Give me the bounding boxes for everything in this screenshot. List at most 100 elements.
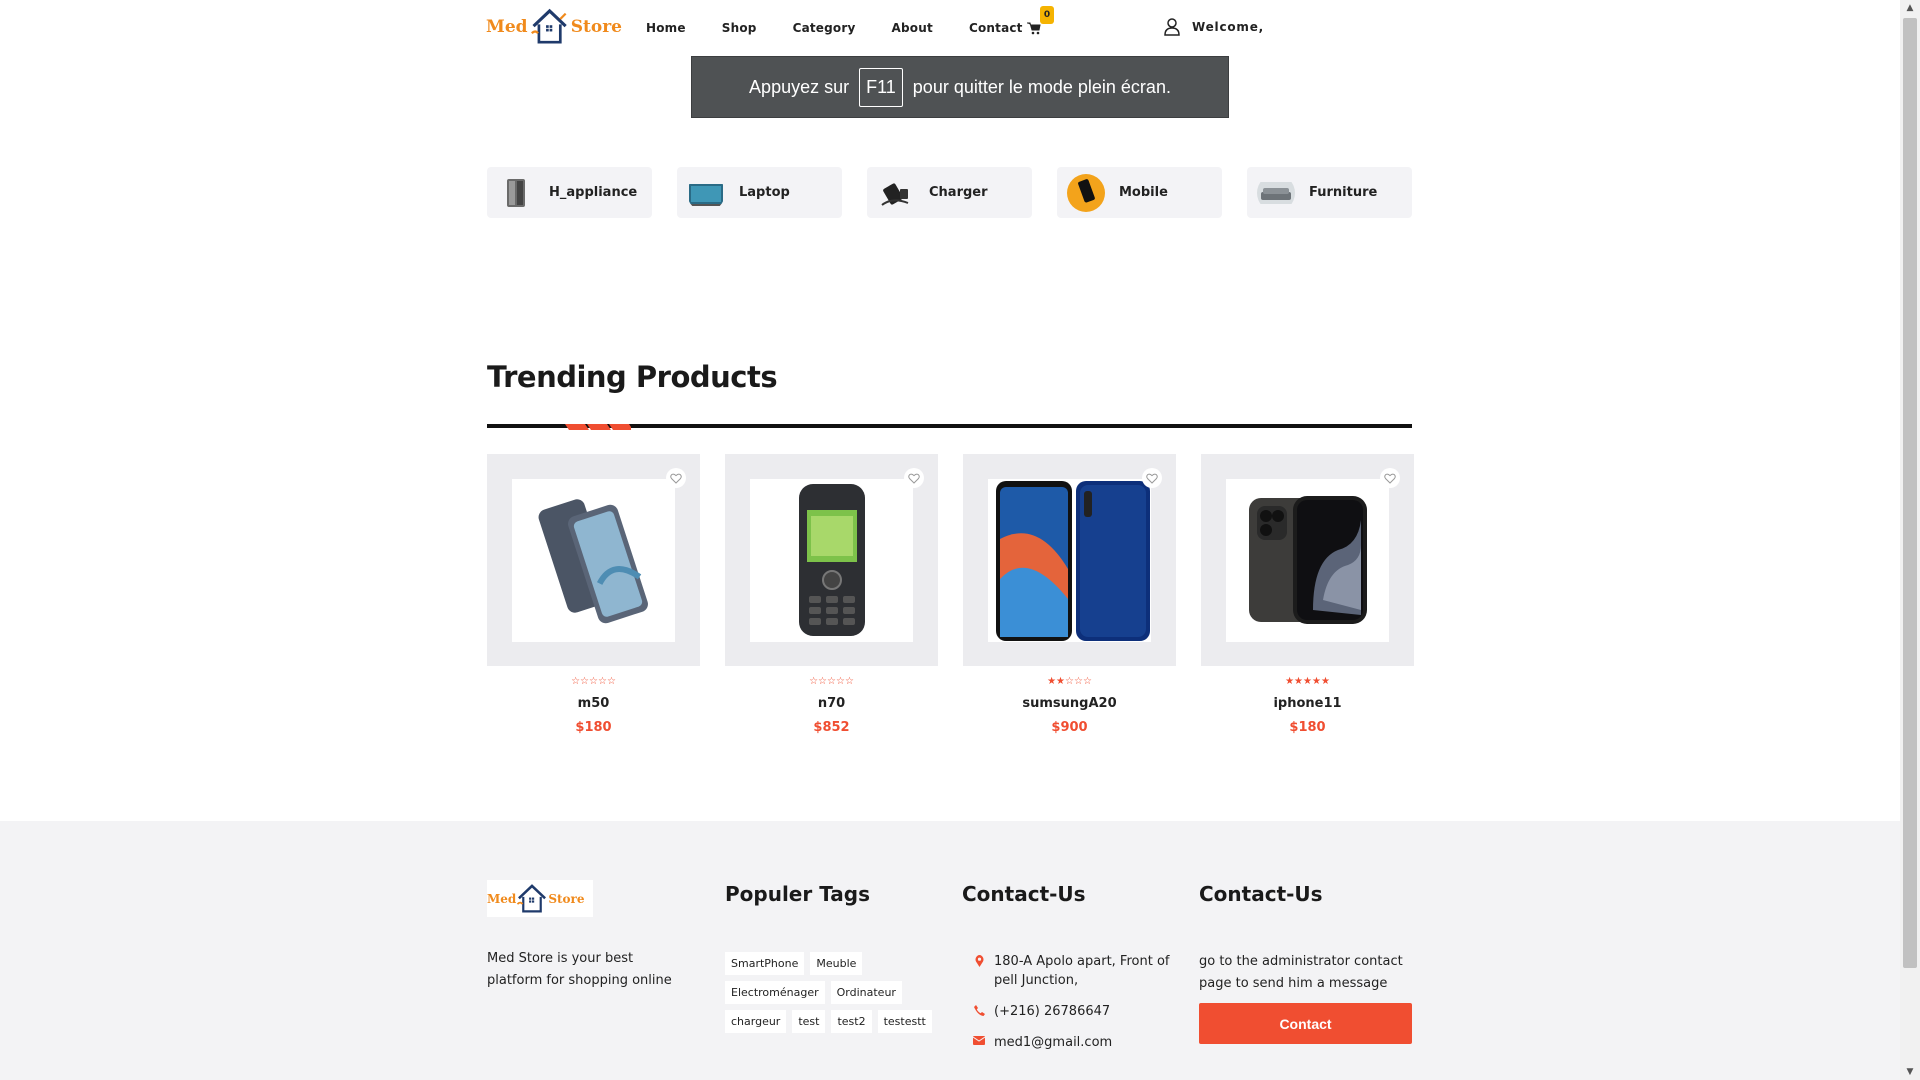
category-mobile[interactable]: Mobile [1057, 167, 1222, 218]
laptop-icon [687, 174, 725, 212]
category-label: Furniture [1309, 185, 1378, 200]
category-h-appliance[interactable]: H_appliance [487, 167, 652, 218]
category-label: Mobile [1119, 185, 1168, 200]
phone-samsung-a20-icon [996, 480, 1150, 641]
product-image [750, 478, 913, 642]
furniture-icon [1257, 174, 1295, 212]
toast-text-after: pour quitter le mode plein écran. [912, 76, 1171, 97]
product-image-frame[interactable] [487, 454, 700, 666]
footer-description: Med Store is your best platform for shop… [487, 951, 672, 988]
wishlist-heart-icon[interactable] [1142, 468, 1162, 488]
category-chips: H_appliance Laptop Charger Mobile Furnit… [487, 167, 1412, 218]
product-image-frame[interactable] [1201, 454, 1414, 666]
product-card[interactable]: ☆☆☆☆☆ m50 $180 [487, 454, 700, 735]
wishlist-heart-icon[interactable] [1380, 468, 1400, 488]
product-name[interactable]: iphone11 [1201, 696, 1414, 711]
logo-text-left: Med [486, 17, 528, 37]
footer-logo-text-left: Med [487, 891, 517, 906]
phone-m50-icon [538, 499, 648, 624]
cart-count-badge: 0 [1040, 6, 1054, 24]
nav-about[interactable]: About [892, 21, 933, 35]
product-card[interactable]: ★★☆☆☆ sumsungA20 $900 [963, 454, 1176, 735]
contact-heading: Contact-Us [962, 882, 1086, 906]
nav-category[interactable]: Category [793, 21, 856, 35]
phone-n70-icon [798, 484, 865, 636]
scroll-up-arrow-icon[interactable]: ▲ [1900, 0, 1920, 16]
product-image [512, 478, 675, 642]
phone-text[interactable]: (+216) 26786647 [994, 1002, 1110, 1021]
category-label: Charger [929, 185, 988, 200]
tag[interactable]: test2 [831, 1010, 872, 1033]
main-nav: Home Shop Category About Contact [646, 21, 1059, 35]
tag[interactable]: test [792, 1010, 826, 1033]
house-logo-icon [530, 8, 567, 44]
product-price: $180 [575, 720, 612, 735]
product-price: $180 [1289, 720, 1326, 735]
rating-stars: ☆☆☆☆☆ [571, 676, 616, 687]
rating-stars: ★★★★★ [1285, 676, 1330, 687]
product-image [988, 478, 1151, 642]
contact-list: 180-A Apolo apart, Front of pell Junctio… [972, 952, 1182, 1064]
tag[interactable]: testestt [877, 1010, 932, 1033]
user-icon [1164, 18, 1180, 36]
rating-stars: ☆☆☆☆☆ [809, 676, 854, 687]
section-title: Trending Products [487, 360, 778, 394]
address-text: 180-A Apolo apart, Front of pell Junctio… [994, 954, 1170, 988]
mail-icon [972, 1033, 986, 1052]
tag[interactable]: chargeur [725, 1010, 787, 1033]
scrollbar-thumb[interactable] [1903, 18, 1917, 968]
tag[interactable]: Ordinateur [830, 981, 902, 1004]
logo-text-right: Store [570, 17, 622, 37]
mobile-icon [1067, 173, 1105, 212]
tag[interactable]: Meuble [810, 952, 863, 975]
contact-message: go to the administrator contact page to … [1199, 954, 1403, 991]
footer-logo-text-right: Store [548, 891, 585, 906]
toast-key: F11 [859, 67, 903, 107]
phone-icon [972, 1002, 986, 1021]
toast-text-before: Appuyez sur [749, 76, 850, 97]
product-name[interactable]: sumsungA20 [963, 696, 1176, 711]
wishlist-heart-icon[interactable] [666, 468, 686, 488]
product-name[interactable]: m50 [487, 696, 700, 711]
fullscreen-toast: Appuyez sur F11 pour quitter le mode ple… [691, 56, 1229, 118]
email-text[interactable]: med1@gmail.com [994, 1033, 1112, 1052]
wishlist-heart-icon[interactable] [904, 468, 924, 488]
house-logo-icon [517, 883, 547, 912]
nav-home[interactable]: Home [646, 21, 686, 35]
tags-heading: Populer Tags [725, 882, 870, 906]
site-header: Med Store Home Shop Category About Conta… [0, 0, 1900, 58]
product-name[interactable]: n70 [725, 696, 938, 711]
contact-button[interactable]: Contact [1199, 1003, 1412, 1044]
product-image-frame[interactable] [963, 454, 1176, 666]
site-logo[interactable]: Med Store [486, 4, 622, 50]
tag-cloud: SmartPhone Meuble Electroménager Ordinat… [725, 952, 945, 1033]
footer-logo[interactable]: Med Store [487, 880, 593, 917]
product-card[interactable]: ★★★★★ iphone11 $180 [1201, 454, 1414, 735]
fridge-icon [497, 174, 535, 212]
scroll-down-arrow-icon[interactable]: ▼ [1900, 1064, 1920, 1080]
rating-stars: ★★☆☆☆ [1047, 676, 1092, 687]
contact-phone: (+216) 26786647 [972, 1002, 1182, 1021]
tag[interactable]: SmartPhone [725, 952, 805, 975]
tag[interactable]: Electroménager [725, 981, 825, 1004]
nav-contact[interactable]: Contact [969, 21, 1023, 35]
category-laptop[interactable]: Laptop [677, 167, 842, 218]
category-label: Laptop [739, 185, 790, 200]
product-price: $900 [1051, 720, 1088, 735]
product-card[interactable]: ☆☆☆☆☆ n70 $852 [725, 454, 938, 735]
category-label: H_appliance [549, 185, 638, 200]
category-furniture[interactable]: Furniture [1247, 167, 1412, 218]
charger-icon [877, 174, 915, 212]
section-accent [565, 424, 631, 430]
contact-address: 180-A Apolo apart, Front of pell Junctio… [972, 952, 1182, 990]
category-charger[interactable]: Charger [867, 167, 1032, 218]
user-menu[interactable]: Welcome, [1164, 18, 1264, 36]
product-image-frame[interactable] [725, 454, 938, 666]
phone-iphone11-icon [1248, 496, 1367, 624]
product-price: $852 [813, 720, 850, 735]
product-image [1226, 478, 1389, 642]
product-list: ☆☆☆☆☆ m50 $180 ☆☆☆☆☆ n70 $852 ★★☆☆☆ sums… [487, 454, 1414, 735]
vertical-scrollbar[interactable]: ▲ ▼ [1900, 0, 1920, 1080]
contact-heading-2: Contact-Us [1199, 882, 1323, 906]
nav-shop[interactable]: Shop [722, 21, 757, 35]
